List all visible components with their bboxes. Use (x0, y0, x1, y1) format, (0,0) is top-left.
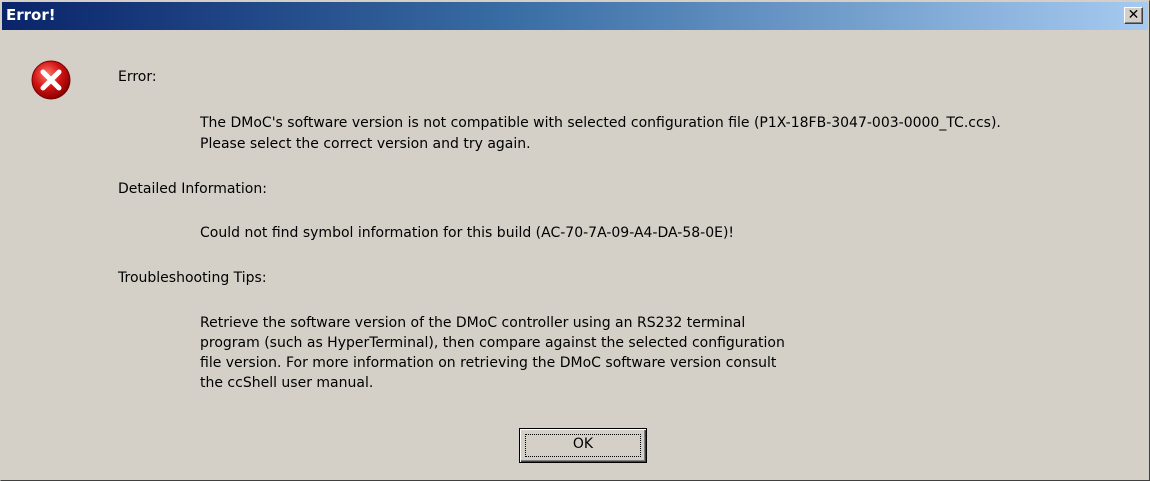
tips-heading: Troubleshooting Tips: (118, 270, 267, 286)
error-icon (31, 60, 71, 100)
error-message-line-2: Please select the correct version and tr… (200, 136, 531, 152)
close-icon: ✕ (1127, 7, 1140, 23)
window-title: Error! (6, 6, 56, 24)
tips-line-3: file version. For more information on re… (200, 355, 777, 371)
error-heading: Error: (118, 69, 157, 85)
tips-line-1: Retrieve the software version of the DMo… (200, 315, 746, 331)
title-bar[interactable]: Error! ✕ (2, 2, 1148, 30)
tips-line-4: the ccShell user manual. (200, 375, 374, 391)
tips-line-2: program (such as HyperTerminal), then co… (200, 335, 785, 351)
close-button[interactable]: ✕ (1124, 7, 1143, 24)
ok-button-label: OK (572, 436, 594, 452)
error-message-line-1: The DMoC's software version is not compa… (200, 115, 1001, 131)
detail-message: Could not find symbol information for th… (200, 225, 735, 241)
error-dialog: Error! ✕ Error: The DMoC's software vers… (0, 0, 1150, 481)
detail-heading: Detailed Information: (118, 181, 267, 197)
ok-button[interactable]: OK (519, 428, 647, 463)
